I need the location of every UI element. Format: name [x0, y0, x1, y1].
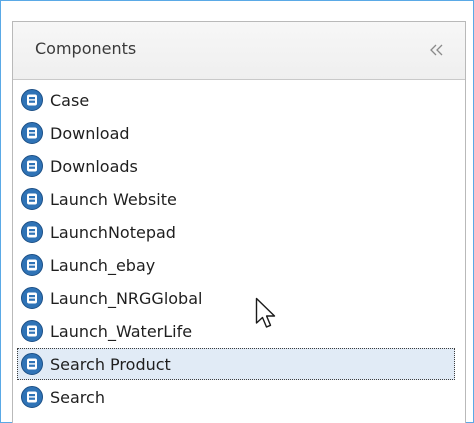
component-badge-icon	[20, 319, 44, 343]
list-item-label: Launch_ebay	[50, 255, 156, 275]
list-item-selected[interactable]: Search Product	[17, 348, 455, 380]
list-item-label: Downloads	[50, 156, 138, 176]
list-item-label: Case	[50, 90, 90, 110]
list-item[interactable]: Search	[17, 381, 455, 413]
collapse-button[interactable]	[424, 34, 450, 60]
list-item-label: Search Product	[50, 354, 171, 374]
list-item[interactable]: Launch_ebay	[17, 249, 455, 281]
component-badge-icon	[20, 154, 44, 178]
list-item-label: LaunchNotepad	[50, 222, 176, 242]
components-panel: Components Case Download Downloads Launc…	[12, 21, 466, 423]
component-badge-icon	[20, 352, 44, 376]
component-badge-icon	[20, 121, 44, 145]
component-badge-icon	[20, 385, 44, 409]
list-item-label: Launch Website	[50, 189, 177, 209]
component-badge-icon	[20, 187, 44, 211]
component-badge-icon	[20, 286, 44, 310]
list-item[interactable]: Downloads	[17, 150, 455, 182]
list-item[interactable]: Launch_WaterLife	[17, 315, 455, 347]
list-item-label: Launch_NRGGlobal	[50, 288, 203, 308]
list-item[interactable]: Launch_NRGGlobal	[17, 282, 455, 314]
component-badge-icon	[20, 88, 44, 112]
component-badge-icon	[20, 220, 44, 244]
list-item-label: Download	[50, 123, 130, 143]
panel-header: Components	[13, 22, 465, 80]
double-chevron-left-icon	[430, 41, 444, 56]
list-item-label: Launch_WaterLife	[50, 321, 193, 341]
list-item-label: Search	[50, 387, 105, 407]
list-item[interactable]: Download	[17, 117, 455, 149]
list-item[interactable]: LaunchNotepad	[17, 216, 455, 248]
list-item[interactable]: Case	[17, 84, 455, 116]
panel-title: Components	[35, 39, 137, 58]
component-badge-icon	[20, 253, 44, 277]
window-frame: Components Case Download Downloads Launc…	[0, 0, 474, 423]
list-item[interactable]: Launch Website	[17, 183, 455, 215]
